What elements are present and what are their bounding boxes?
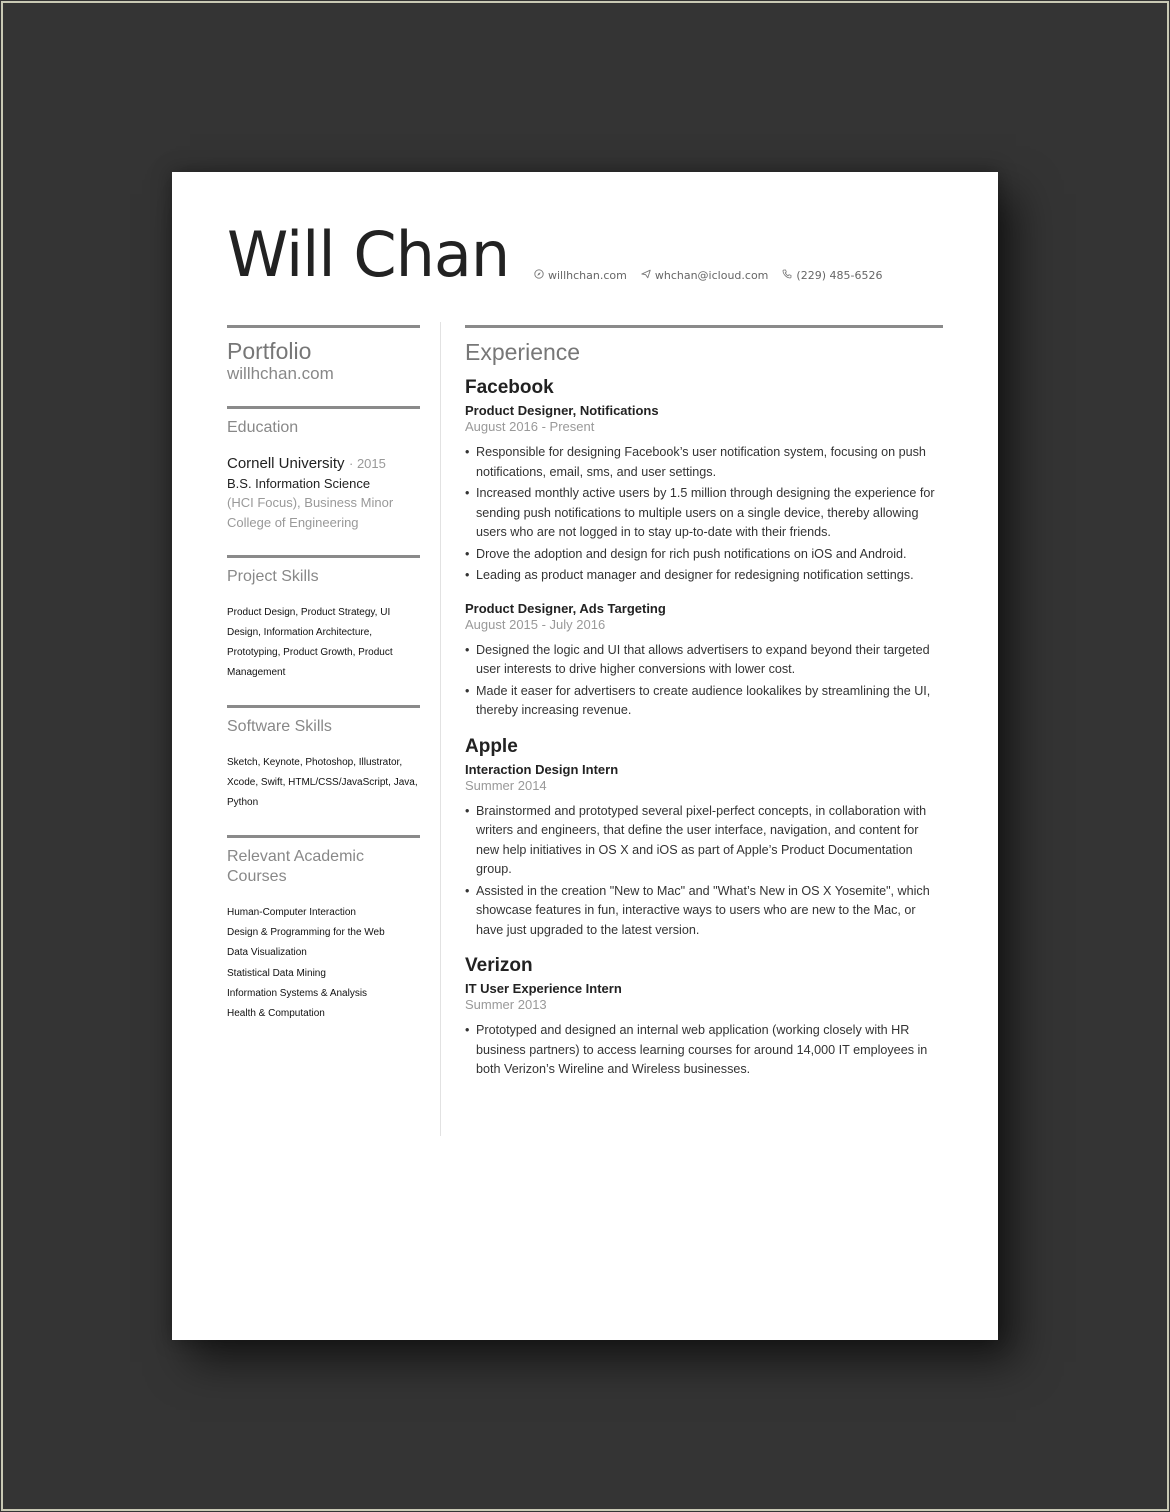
course-item: Human-Computer Interaction [227, 907, 356, 918]
course-item: Design & Programming for the Web [227, 927, 385, 939]
resume-page: Will Chan willhchan.com whchan@icloud.co… [172, 172, 998, 1340]
education-college: College of Engineering [227, 515, 359, 530]
education-focus: (HCI Focus), Business Minor [227, 495, 394, 510]
experience-heading: Experience [465, 339, 581, 365]
bullet-item: Brainstormed and prototyped several pixe… [465, 802, 943, 880]
courses-list: Human-Computer Interaction Design & Prog… [227, 903, 420, 1024]
job-bullets: Designed the logic and UI that allows ad… [465, 641, 943, 721]
education-year: · 2015 [349, 456, 386, 471]
bullet-item: Assisted in the creation "New to Mac" an… [465, 882, 943, 941]
bullet-item: Designed the logic and UI that allows ad… [465, 641, 943, 680]
phone-icon [782, 269, 792, 282]
job-dates: Summer 2013 [465, 997, 547, 1012]
contact-website-text: willhchan.com [548, 269, 627, 282]
portfolio-link[interactable]: willhchan.com [227, 364, 420, 384]
section-rule [227, 705, 420, 708]
job-entry: Product Designer, Notifications August 2… [465, 402, 943, 586]
education-degree: B.S. Information Science [227, 476, 371, 491]
bullet-item: Responsible for designing Facebook’s use… [465, 443, 943, 482]
project-skills-heading: Project Skills [227, 568, 319, 585]
company-name: Verizon [465, 955, 533, 976]
contact-phone[interactable]: (229) 485-6526 [782, 269, 882, 282]
courses-section: Relevant Academic Courses Human-Computer… [227, 835, 420, 1024]
job-dates: August 2016 - Present [465, 419, 595, 434]
course-item: Health & Computation [227, 1008, 325, 1020]
company-name: Facebook [465, 377, 554, 398]
company-block-facebook: Facebook Product Designer, Notifications… [465, 376, 943, 721]
software-skills-text: Sketch, Keynote, Photoshop, Illustrator,… [227, 757, 418, 808]
software-skills-section: Software Skills Sketch, Keynote, Photosh… [227, 705, 420, 813]
job-bullets: Brainstormed and prototyped several pixe… [465, 802, 943, 941]
software-skills-heading: Software Skills [227, 718, 332, 735]
contact-phone-text: (229) 485-6526 [796, 269, 883, 282]
job-title: Product Designer, Notifications [465, 403, 659, 418]
course-item: Statistical Data Mining [227, 967, 326, 979]
project-skills-section: Project Skills Product Design, Product S… [227, 555, 420, 683]
job-bullets: Prototyped and designed an internal web … [465, 1021, 943, 1080]
compass-icon [534, 269, 544, 282]
section-rule [227, 835, 420, 838]
course-item: Data Visualization [227, 947, 307, 959]
bullet-item: Prototyped and designed an internal web … [465, 1021, 943, 1080]
resume-name: Will Chan [227, 218, 510, 291]
section-rule [227, 555, 420, 558]
portfolio-heading: Portfolio [227, 338, 312, 364]
contact-email[interactable]: whchan@icloud.com [641, 269, 769, 282]
portfolio-section: Portfolio willhchan.com [227, 325, 420, 384]
course-item: Information Systems & Analysis [227, 987, 368, 999]
education-heading: Education [227, 419, 299, 436]
bullet-item: Increased monthly active users by 1.5 mi… [465, 484, 943, 543]
job-bullets: Responsible for designing Facebook’s use… [465, 443, 943, 586]
column-divider [440, 322, 441, 1136]
job-entry: Product Designer, Ads Targeting August 2… [465, 600, 943, 721]
section-rule [465, 325, 943, 328]
bullet-item: Leading as product manager and designer … [465, 566, 943, 586]
job-title: IT User Experience Intern [465, 981, 622, 996]
sidebar: Portfolio willhchan.com Education Cornel… [227, 325, 420, 1046]
contact-info: willhchan.com whchan@icloud.com (229) 48… [534, 269, 882, 282]
company-block-verizon: Verizon IT User Experience Intern Summer… [465, 954, 943, 1080]
bullet-item: Made it easer for advertisers to create … [465, 682, 943, 721]
courses-heading: Relevant Academic Courses [227, 848, 364, 885]
project-skills-text: Product Design, Product Strategy, UI Des… [227, 607, 393, 678]
section-rule [227, 325, 420, 328]
job-dates: Summer 2014 [465, 777, 547, 793]
company-name: Apple [465, 735, 518, 757]
bullet-item: Drove the adoption and design for rich p… [465, 545, 943, 565]
job-entry: IT User Experience Intern Summer 2013 Pr… [465, 980, 943, 1080]
job-dates: August 2015 - July 2016 [465, 616, 606, 632]
experience-section: Experience Facebook Product Designer, No… [465, 325, 943, 1094]
education-school: Cornell University [227, 455, 345, 472]
send-icon [641, 269, 651, 282]
section-rule [227, 406, 420, 409]
education-section: Education Cornell University · 2015 B.S.… [227, 406, 420, 533]
company-block-apple: Apple Interaction Design Intern Summer 2… [465, 735, 943, 941]
contact-email-text: whchan@icloud.com [654, 269, 769, 282]
job-title: Product Designer, Ads Targeting [465, 600, 666, 616]
contact-website[interactable]: willhchan.com [534, 269, 627, 282]
job-entry: Interaction Design Intern Summer 2014 Br… [465, 761, 943, 941]
job-title: Interaction Design Intern [465, 761, 619, 777]
education-school-line: Cornell University · 2015 [227, 454, 420, 474]
